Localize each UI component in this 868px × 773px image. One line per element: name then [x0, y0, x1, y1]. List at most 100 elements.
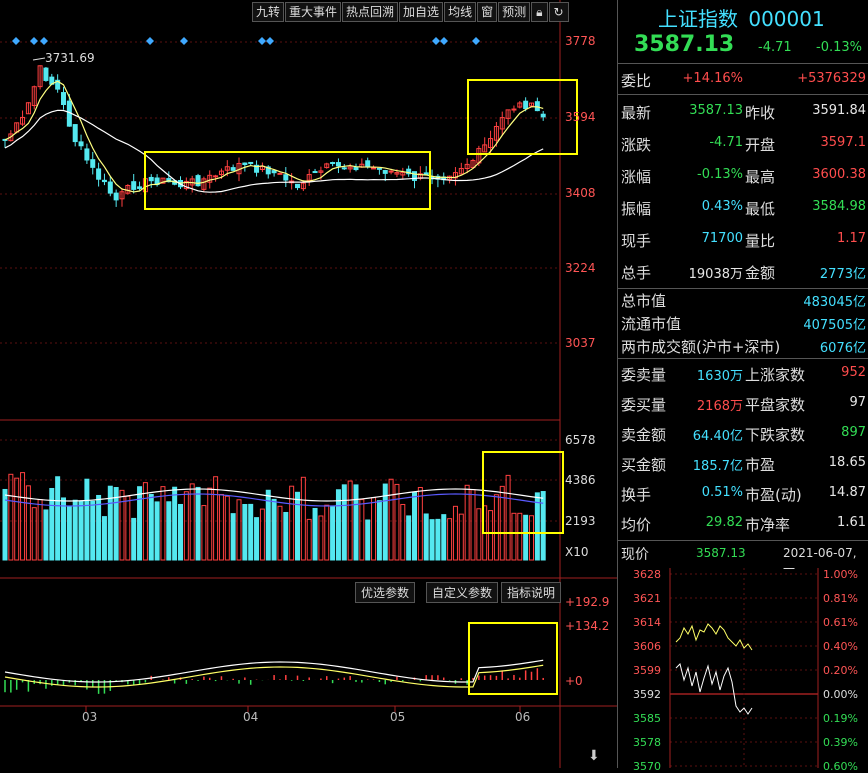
toolbar-major-events-button[interactable]: 重大事件: [285, 2, 342, 22]
candle: [277, 172, 283, 175]
volume-bar: [230, 513, 236, 561]
candle: [523, 100, 529, 110]
toolbar-jiuzhuan-button[interactable]: 九转: [252, 2, 285, 22]
market-row: 流通市值 407505亿: [618, 311, 868, 334]
stat-value-2: 897: [841, 425, 866, 440]
indicator-help-tab[interactable]: 指标说明: [501, 582, 562, 603]
download-arrow-icon[interactable]: ⬇: [588, 748, 600, 764]
kline-chart-area[interactable]: 九转 重大事件 热点回溯 加自选 均线 窗 预测 🔒︎ ↻ 3778 3594 …: [0, 0, 617, 768]
mini-price-label: 现价: [621, 547, 649, 563]
stat-label: 振幅: [621, 200, 652, 218]
stat-label: 卖金额: [621, 426, 667, 444]
kline-chart[interactable]: [0, 0, 617, 768]
volume-bar: [31, 507, 37, 561]
stat-label-2: 上涨家数: [745, 366, 806, 384]
candle: [295, 183, 300, 189]
stat-value-2: 2773亿: [819, 267, 866, 282]
market-row: 总市值 483045亿: [618, 288, 868, 311]
stat-label: 最新: [621, 104, 652, 122]
volume-bar: [295, 491, 300, 561]
stat-value-2: 14.87: [828, 485, 866, 500]
indicator-custom-params-tab[interactable]: 自定义参数: [426, 582, 499, 603]
candle: [423, 172, 429, 176]
lock-icon[interactable]: 🔒︎: [531, 2, 548, 22]
volume-axis-label: 2193: [565, 514, 596, 528]
toolbar-hot-review-button[interactable]: 热点回溯: [342, 2, 399, 22]
stat-label: 委买量: [621, 396, 667, 414]
stat-label: 买金额: [621, 456, 667, 474]
mini-left-axis-label: 3614: [633, 616, 661, 629]
mini-right-axis-label: 0.00%: [823, 688, 858, 701]
market-row: 两市成交额(沪市+深市) 6076亿: [618, 334, 868, 357]
stat-row: 最新 3587.13 昨收 3591.84: [618, 96, 868, 126]
candle: [242, 162, 248, 166]
stat-value: 19038万: [688, 267, 743, 282]
indicator-axis-label: +192.9: [565, 595, 610, 609]
event-diamond-icon: [266, 37, 274, 45]
volume-bar: [464, 484, 470, 561]
volume-bar: [224, 495, 230, 561]
stat-value: -0.13%: [697, 167, 743, 182]
candle: [137, 186, 143, 189]
volume-bar: [447, 518, 453, 561]
stat-label-2: 最低: [745, 200, 776, 218]
stat-row: 涨跌 -4.71 开盘 3597.1: [618, 128, 868, 158]
indicator-axis-label: +134.2: [565, 619, 610, 633]
volume-bar: [14, 477, 20, 561]
volume-bar: [441, 514, 447, 561]
month-label: 05: [390, 710, 406, 724]
volume-bar: [90, 500, 96, 561]
volume-bar: [119, 489, 125, 561]
stat-row: 总手 19038万 金额 2773亿: [618, 256, 868, 286]
intraday-price-line: [675, 663, 753, 715]
volume-bar: [154, 501, 160, 561]
month-label: 04: [243, 710, 259, 724]
quote-panel: 上证指数 000001 3587.13 -4.71 -0.13% 委比 +14.1…: [617, 0, 868, 773]
volume-bar: [353, 484, 359, 561]
stat-value-2: 3600.38: [812, 167, 866, 182]
candle: [61, 92, 66, 106]
toolbar-ma-button[interactable]: 均线: [444, 2, 477, 22]
candle: [388, 170, 394, 173]
price-axis-label: 3037: [565, 336, 596, 350]
event-diamond-icon: [432, 37, 440, 45]
stat-value-2: 3591.84: [812, 103, 866, 118]
mini-price-value: 3587.13: [696, 546, 746, 560]
toolbar-window-button[interactable]: 窗: [477, 2, 498, 22]
volume-bar: [388, 478, 394, 561]
candle: [90, 159, 96, 168]
stat-value: 3587.13: [689, 103, 743, 118]
price-axis-label: 3408: [565, 186, 596, 200]
candle: [230, 167, 236, 171]
volume-bar: [66, 506, 72, 561]
volume-bar: [160, 486, 166, 561]
mini-left-axis-label: 3592: [633, 688, 661, 701]
toolbar-add-watchlist-button[interactable]: 加自选: [399, 2, 444, 22]
volume-bar: [201, 505, 207, 561]
mini-right-axis-label: 0.61%: [823, 616, 858, 629]
stat-label: 总手: [621, 264, 652, 282]
volume-bar: [400, 503, 406, 561]
stat-label: 委卖量: [621, 366, 667, 384]
toolbar-forecast-button[interactable]: 预测: [498, 2, 531, 22]
stat-label-2: 量比: [745, 232, 776, 250]
candle: [330, 162, 336, 165]
high-price-label: 3731.69: [45, 51, 95, 65]
indicator-preferred-params-tab[interactable]: 优选参数: [355, 582, 416, 603]
stat-value: 185.7亿: [692, 459, 743, 474]
price-change-pct: -0.13%: [816, 40, 862, 55]
candle: [511, 108, 517, 111]
month-label: 06: [515, 710, 531, 724]
volume-axis-label: 6578: [565, 433, 596, 447]
volume-bar: [324, 504, 330, 561]
mini-right-axis-label: 0.20%: [823, 664, 858, 677]
volume-bar: [376, 500, 382, 561]
volume-bar: [101, 516, 107, 561]
volume-bar: [429, 519, 435, 561]
volume-bar: [306, 518, 312, 561]
refresh-icon[interactable]: ↻: [548, 2, 569, 22]
stat-value-2: 18.65: [828, 455, 866, 470]
volume-bar: [417, 486, 423, 561]
volume-bar: [300, 476, 306, 561]
divider: [618, 94, 868, 95]
